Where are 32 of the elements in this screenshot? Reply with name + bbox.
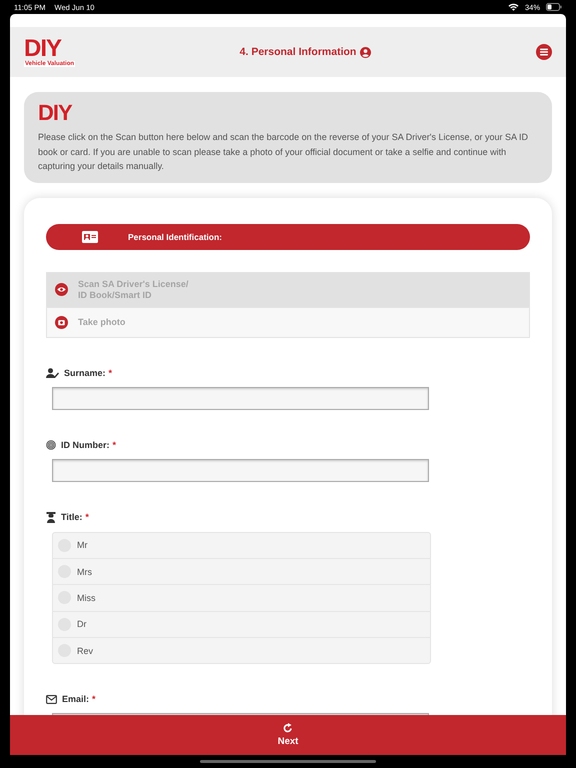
radio-option[interactable]: Rev	[53, 637, 430, 664]
logo: DIY	[38, 102, 74, 124]
required-mark: *	[85, 512, 89, 522]
input-field[interactable]	[52, 458, 429, 482]
field-label: ID Number:	[61, 440, 110, 450]
required-mark: *	[108, 368, 112, 378]
user-edit-icon	[46, 368, 59, 378]
instructions-text: Please click on the Scan button here below and scan the barcode on the reverse of your SA Driver's License, or your SA ID book or card. If you are unable to scan please take a photo of your official document or take a selfie and continue with capturing your details manually.	[38, 131, 529, 173]
user-circle-icon	[360, 46, 372, 58]
radio-option[interactable]: Dr	[53, 610, 430, 638]
page-title: 4. Personal Information	[240, 46, 356, 58]
required-mark: *	[92, 694, 96, 704]
redo-icon	[283, 723, 293, 733]
radio-option[interactable]: Mrs	[53, 558, 430, 584]
field-label: Surname:	[64, 368, 106, 378]
wifi-icon	[508, 3, 519, 11]
envelope-icon	[46, 694, 57, 704]
next-button[interactable]: Next	[10, 715, 566, 755]
graduate-icon	[46, 512, 56, 522]
id-card-icon	[82, 230, 98, 242]
camera-icon	[55, 316, 68, 328]
menu-button[interactable]	[536, 44, 552, 60]
eye-icon	[55, 283, 68, 296]
battery-icon	[546, 3, 562, 11]
field-label: Title:	[61, 512, 82, 522]
input-field[interactable]	[52, 386, 429, 410]
fingerprint-icon	[46, 440, 56, 450]
section-title: Personal Identification:	[128, 232, 222, 242]
radio-option[interactable]: Mr	[53, 532, 430, 558]
radio-option[interactable]: Miss	[53, 584, 430, 611]
field-label: Email:	[62, 694, 90, 704]
required-mark: *	[112, 440, 116, 450]
